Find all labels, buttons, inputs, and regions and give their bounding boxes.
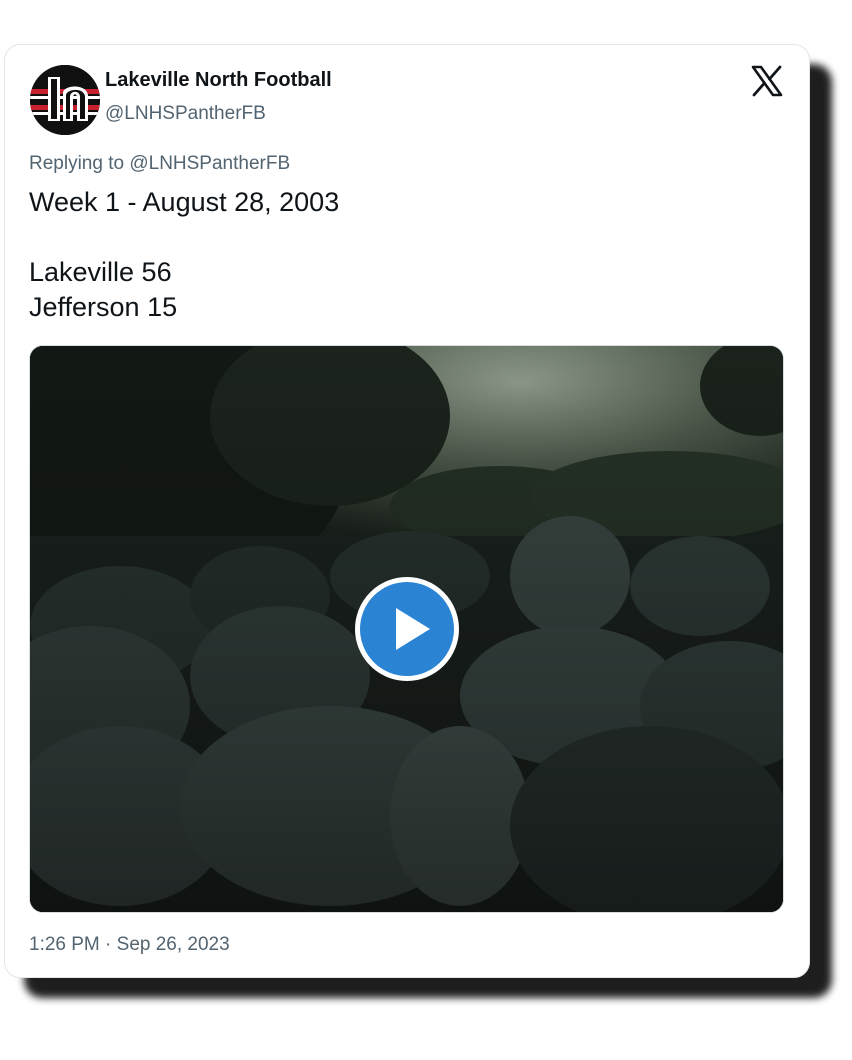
play-button[interactable] xyxy=(355,577,459,681)
author-display-name[interactable]: Lakeville North Football xyxy=(105,69,332,92)
author-handle[interactable]: @LNHSPantherFB xyxy=(105,103,266,125)
replying-to-text[interactable]: Replying to @LNHSPantherFB xyxy=(29,153,290,175)
tweet-text-line: Week 1 - August 28, 2003 xyxy=(29,187,340,217)
avatar[interactable] xyxy=(30,65,100,135)
tweet-text: Week 1 - August 28, 2003 Lakeville 56 Je… xyxy=(29,185,339,325)
tweet-text-line xyxy=(29,220,339,255)
tweet-text-line: Lakeville 56 xyxy=(29,257,172,287)
x-logo-icon[interactable] xyxy=(750,64,784,98)
tweet-embed-stage: Lakeville North Football @LNHSPantherFB … xyxy=(0,0,852,1060)
lakeville-north-logo-icon xyxy=(30,65,100,135)
tweet-card[interactable]: Lakeville North Football @LNHSPantherFB … xyxy=(4,44,810,978)
tweet-timestamp[interactable]: 1:26 PM · Sep 26, 2023 xyxy=(29,934,230,956)
play-icon xyxy=(396,608,430,650)
video-player[interactable] xyxy=(29,345,784,913)
tweet-text-line: Jefferson 15 xyxy=(29,292,178,322)
